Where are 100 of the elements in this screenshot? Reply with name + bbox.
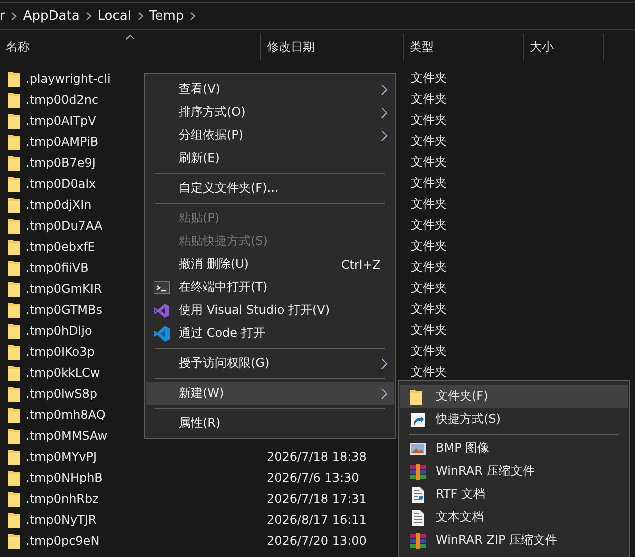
file-name[interactable]: .tmp00d2nc: [26, 92, 99, 106]
file-name[interactable]: .tmp0nhRbz: [26, 492, 99, 506]
file-type: 文件夹: [411, 92, 447, 106]
menu-item[interactable]: 使用 Visual Studio 打开(V): [146, 299, 394, 322]
file-name[interactable]: .tmp0AITpV: [26, 114, 96, 128]
menu-item[interactable]: WinRAR ZIP 压缩文件: [400, 529, 628, 552]
chevron-icon: [11, 12, 18, 20]
folder-icon: [8, 92, 20, 108]
folder-icon: [8, 386, 20, 402]
folder-icon: [8, 532, 20, 548]
file-name[interactable]: .tmp0hDljo: [26, 324, 92, 338]
file-name[interactable]: .tmp0NHphB: [26, 470, 103, 484]
folder-icon: [8, 448, 20, 464]
shortcut-label: Ctrl+Z: [341, 258, 381, 272]
menu-item[interactable]: 刷新(E): [146, 147, 394, 170]
folder-icon: [8, 512, 20, 528]
file-type: 文件夹: [411, 113, 447, 127]
file-name[interactable]: .tmp0B7e9J: [26, 156, 96, 170]
menu-item[interactable]: 排序方式(O): [146, 101, 394, 124]
menu-item[interactable]: RTF 文档: [400, 483, 628, 506]
modified-date: 2026/8/17 16:11: [267, 512, 367, 526]
modified-date: 2026/7/18 18:38: [267, 450, 367, 464]
menu-item[interactable]: 自定义文件夹(F)...: [146, 177, 394, 200]
folder-icon: [8, 70, 20, 86]
file-type: 文件夹: [411, 176, 447, 190]
column-header[interactable]: 名称: [0, 34, 261, 60]
vs-code-icon: [154, 326, 170, 342]
column-header[interactable]: 大小: [524, 34, 604, 60]
file-name[interactable]: .tmp0fiiVB: [26, 260, 89, 274]
visual-studio-icon: [154, 303, 170, 319]
image-file-icon: [410, 440, 426, 456]
breadcrumb-item[interactable]: r: [0, 8, 6, 24]
file-name[interactable]: .tmp0GTMBs: [26, 302, 102, 316]
column-header[interactable]: 类型: [404, 34, 524, 60]
file-name[interactable]: .tmp0MYvPJ: [26, 450, 98, 464]
menu-item[interactable]: 授予访问权限(G): [146, 352, 394, 375]
file-type: 文件夹: [411, 134, 447, 148]
menu-item[interactable]: 属性(R): [146, 412, 394, 435]
menu-item[interactable]: 新建(W): [146, 382, 394, 405]
file-name[interactable]: .tmp0IKo3p: [26, 344, 95, 358]
file-type: 文件夹: [411, 302, 447, 316]
menu-item[interactable]: 文本文档: [400, 506, 628, 529]
file-name[interactable]: .tmp0pc9eN: [26, 534, 100, 548]
folder-icon: [8, 322, 20, 338]
folder-icon: [8, 112, 20, 128]
menu-item[interactable]: 分组依据(P): [146, 124, 394, 147]
file-name[interactable]: .tmp0NyTJR: [26, 512, 97, 526]
folder-icon: [8, 176, 20, 192]
chevron-icon: [86, 12, 92, 20]
file-type: 文件夹: [411, 344, 447, 358]
folder-icon: [8, 218, 20, 234]
file-name[interactable]: .tmp0ebxfE: [26, 240, 96, 254]
folder-icon: [8, 238, 20, 254]
menu-item[interactable]: 文件夹(F): [400, 385, 628, 408]
folder-icon: [8, 406, 20, 422]
file-name[interactable]: .tmp0AMPiB: [26, 134, 99, 148]
file-name[interactable]: .tmp0MMSAw: [26, 428, 108, 442]
file-type: 文件夹: [411, 218, 447, 232]
menu-item[interactable]: 撤消 删除(U) Ctrl+Z: [146, 253, 394, 276]
menu-item[interactable]: 在终端中打开(T): [146, 276, 394, 299]
file-type: 文件夹: [411, 281, 447, 295]
file-type: 文件夹: [411, 239, 447, 253]
archive-icon: [410, 532, 426, 548]
folder-icon: [8, 428, 20, 444]
file-name[interactable]: .tmp0kkLCw: [26, 366, 100, 380]
modified-date: 2026/7/20 13:00: [267, 534, 367, 548]
file-name[interactable]: .tmp0lwS8p: [26, 386, 98, 400]
file-name[interactable]: .tmp0mh8AQ: [26, 408, 106, 422]
modified-date: 2026/7/6 13:30: [267, 470, 360, 484]
folder-icon: [8, 154, 20, 170]
archive-icon: [410, 464, 426, 480]
breadcrumb-item[interactable]: Local: [98, 8, 132, 24]
menu-item[interactable]: 通过 Code 打开: [146, 322, 394, 345]
file-name[interactable]: .tmp0djXIn: [26, 198, 92, 212]
menu-item[interactable]: 查看(V): [146, 78, 394, 101]
menu-item[interactable]: WinRAR 压缩文件: [400, 460, 628, 483]
menu-item[interactable]: 快捷方式(S): [400, 408, 628, 431]
breadcrumb-item[interactable]: Temp: [150, 8, 184, 24]
folder-icon: [8, 134, 20, 150]
file-name[interactable]: .tmp0Du7AA: [26, 218, 103, 232]
file-name[interactable]: .tmp0GmKIR: [26, 282, 102, 296]
chevron-icon: [190, 12, 196, 20]
folder-icon: [8, 344, 20, 360]
file-type: 文件夹: [411, 155, 447, 169]
shortcut-icon: [410, 412, 426, 428]
file-type: 文件夹: [411, 260, 447, 274]
chevron-icon: [138, 12, 144, 20]
document-icon: [410, 486, 426, 502]
file-type: 文件夹: [411, 197, 447, 211]
breadcrumb-item[interactable]: AppData: [23, 8, 80, 24]
folder-icon: [8, 302, 20, 318]
folder-icon: [8, 490, 20, 506]
folder-icon: [8, 260, 20, 276]
file-name[interactable]: .playwright-cli: [26, 72, 111, 86]
file-name[interactable]: .tmp0D0alx: [26, 176, 96, 190]
modified-date: 2026/7/18 17:31: [267, 492, 367, 506]
folder-icon: [8, 364, 20, 380]
menu-item[interactable]: BMP 图像: [400, 437, 628, 460]
file-type: 文件夹: [411, 365, 447, 379]
column-header[interactable]: 修改日期: [261, 34, 404, 60]
